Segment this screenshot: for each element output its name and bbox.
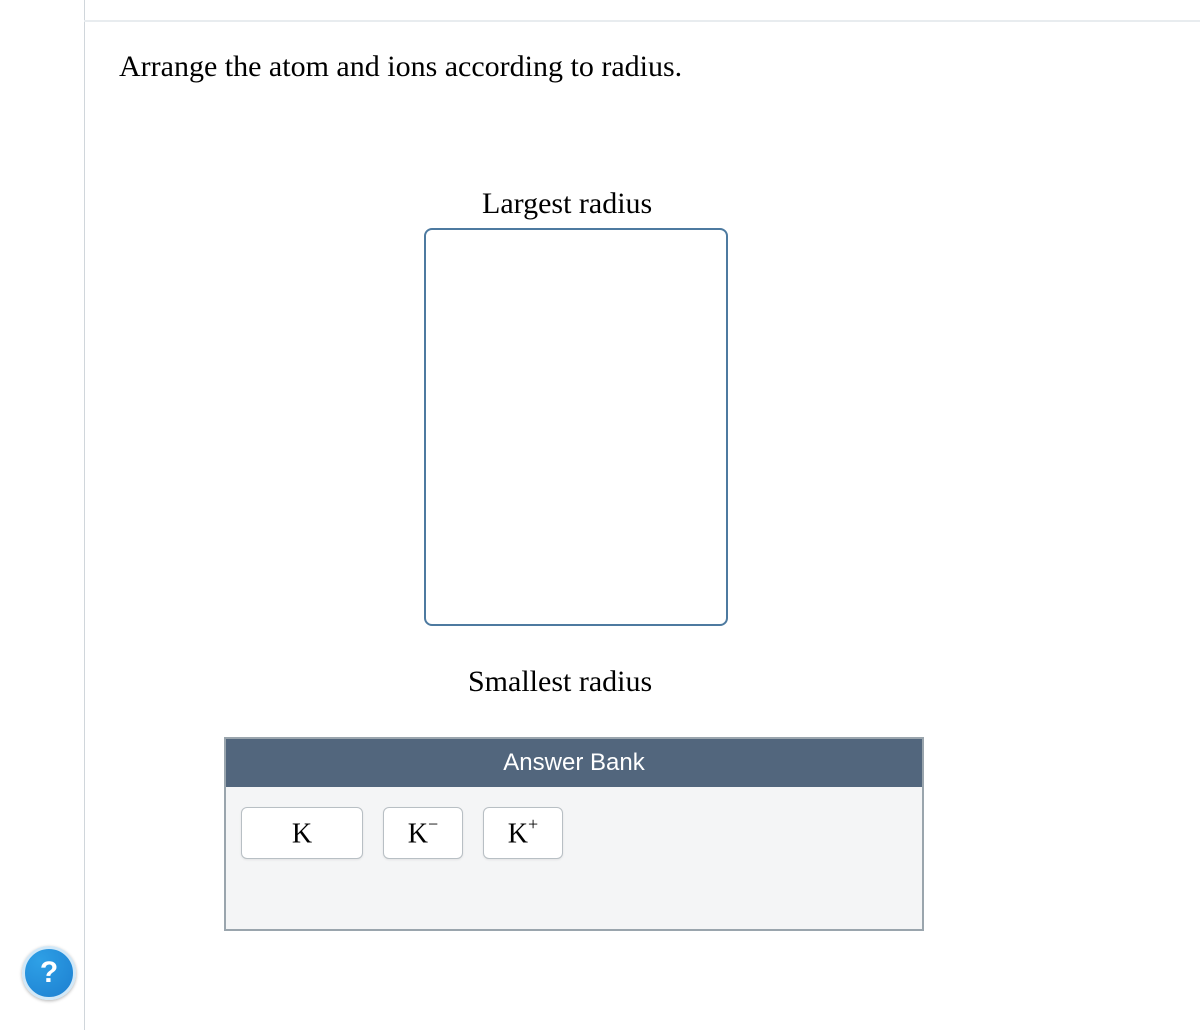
tile-k-plus[interactable]: K+ [483,807,563,859]
answer-bank: Answer Bank K K− K+ [224,737,924,931]
content-top-divider [84,0,1200,22]
tile-charge: − [428,814,438,834]
help-icon: ? [40,956,58,990]
tile-base: K [408,818,428,849]
largest-radius-label: Largest radius [482,187,652,221]
ranking-dropzone[interactable] [424,228,728,626]
tile-charge: + [528,814,538,834]
left-sidebar-strip [0,0,85,1030]
tile-k-minus[interactable]: K− [383,807,463,859]
content-area: Arrange the atom and ions according to r… [84,0,1200,1030]
tile-base: K [508,818,528,849]
tile-base: K [292,818,312,849]
question-prompt: Arrange the atom and ions according to r… [119,50,682,84]
smallest-radius-label: Smallest radius [468,665,652,699]
tile-k[interactable]: K [241,807,363,859]
help-button[interactable]: ? [22,946,76,1000]
answer-bank-body: K K− K+ [226,787,922,929]
answer-bank-header: Answer Bank [226,739,922,787]
